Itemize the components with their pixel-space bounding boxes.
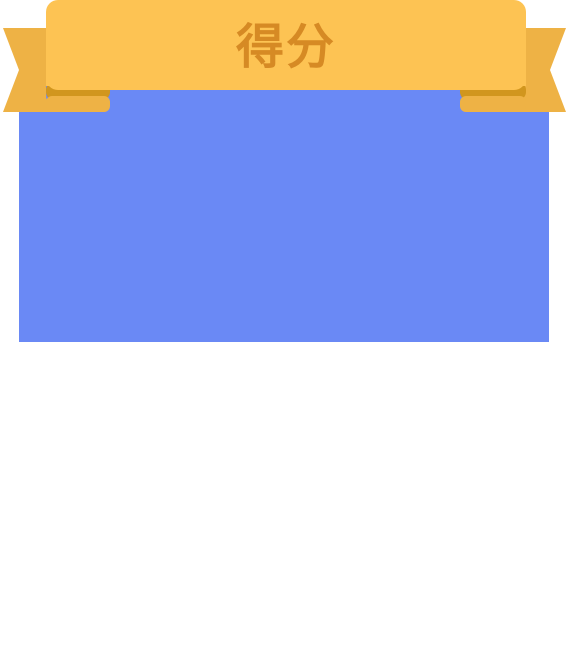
ribbon-left-tail-edge	[46, 96, 110, 112]
score-card: 得分	[0, 0, 569, 654]
score-title: 得分	[235, 19, 336, 75]
score-panel	[19, 84, 549, 342]
ribbon-right-tail-edge	[460, 96, 526, 112]
